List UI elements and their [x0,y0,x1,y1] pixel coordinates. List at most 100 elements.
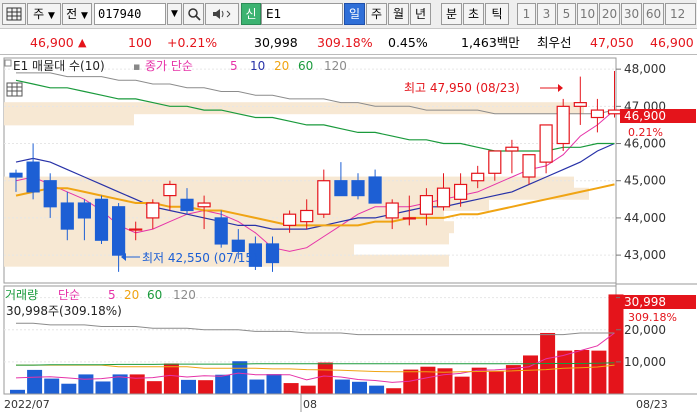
candle-body [231,239,245,252]
candle-body [385,202,399,219]
candle-body [43,180,57,208]
bullet-icon: ▪ [133,60,140,73]
candle-body [402,217,416,220]
period-year-tab[interactable]: 년 [410,3,431,25]
code-input-value: 017940 [98,7,142,21]
volume-bar [61,383,77,394]
volume-bar [505,365,521,394]
grid-button[interactable] [2,3,26,25]
volume-bar [181,379,196,394]
volume-bar [266,374,282,394]
period-day-tab[interactable]: 일 [344,3,365,25]
ma10-legend: 10 [250,59,265,73]
volume-profile-band [4,102,584,115]
x-label-aug: 08 [303,398,317,411]
price-legend-title: E1 매물대 수(10) [13,59,105,73]
minute-30-button[interactable]: 30 [621,3,642,25]
volume-bar [488,371,504,394]
volume-bar [591,350,607,394]
name-input[interactable]: E1 [261,3,343,25]
volume-bar [95,381,111,394]
candle-body [111,206,126,256]
type-dropdown-label: 주 [33,7,45,21]
volume-ratio: 309.18% [317,35,373,50]
period-week-tab[interactable]: 주 [366,3,387,25]
best-bid: 46,900 [650,35,694,50]
volume-bar [44,378,60,394]
best-offer-label: 최우선 [537,35,572,50]
market-tag: 신 [241,3,261,25]
table-icon[interactable] [6,82,23,97]
best-ask: 47,050 [590,35,634,50]
candle-body [419,195,433,215]
search-button[interactable] [183,3,204,25]
candle-body [214,217,228,245]
volume-ma-title: 단순 [58,288,80,302]
sound-button[interactable] [205,3,239,25]
candle-body [590,109,605,119]
candle-body [146,202,160,219]
candle-body [163,183,177,197]
search-icon [187,8,201,21]
chevron-down-icon: ▼ [80,11,88,21]
chevron-down-icon: ▼ [47,11,55,21]
volume-bar [454,376,470,394]
type-dropdown[interactable]: 주 ▼ [27,3,61,25]
stock-chart[interactable]: 43,00044,00045,00046,00047,00048,00010,0… [0,56,697,412]
volume-bar [317,362,333,394]
candle-body [60,202,74,230]
ma60-legend: 60 [298,59,313,73]
volume-axis-label: 20,000 [624,323,666,337]
candle-body [94,198,109,241]
current-pct-tag: 0.21% [628,126,663,139]
code-dropdown[interactable]: ▼ [167,3,182,25]
minute-60-button[interactable]: 60 [643,3,664,25]
interval-minute-tab[interactable]: 분 [441,3,462,25]
candle-body [265,243,280,264]
minute-3-button[interactable]: 3 [537,3,556,25]
volume-bar [334,379,350,394]
price-change-pct: +0.21% [167,35,218,50]
volume-title: 거래량 [5,288,38,302]
current-price-tag-label: 46,900 [624,109,666,123]
candle-body [488,150,502,174]
volume-bar [386,388,402,394]
interval-tick-tab[interactable]: 틱 [485,3,509,25]
candle-body [300,209,314,223]
low-annotation: 최저 42,550 (07/15) [142,251,258,265]
prev-dropdown[interactable]: 전 ▼ [62,3,92,25]
vma120-legend: 120 [173,288,196,302]
legend-marker-icon [4,59,12,67]
period-month-tab[interactable]: 월 [388,3,409,25]
high-annotation: 최고 47,950 (08/23) [404,81,520,95]
candle-body [471,172,485,182]
volume-bar [146,381,162,394]
volume-bar [198,380,214,394]
x-label-start: 2022/07 [4,398,50,411]
current-volume-tag-label: 30,998 [624,295,666,309]
price-axis-label: 43,000 [624,248,666,262]
ma20-legend: 20 [274,59,289,73]
candle-body [180,198,194,212]
price-change: 100 [128,35,152,50]
volume-bar [249,379,265,394]
minute-5-button[interactable]: 5 [557,3,576,25]
minute-20-button[interactable]: 20 [599,3,620,25]
volume-bar [523,355,538,394]
candle-body [539,124,553,163]
volume-pct-tag: 309.18% [628,311,677,324]
price-axis-label: 44,000 [624,211,666,225]
candle-body [351,180,365,197]
candle-body [317,180,331,215]
volume-bar [27,369,43,394]
code-input[interactable]: 017940 [94,3,166,25]
candle-body [77,202,92,219]
interval-second-tab[interactable]: 초 [463,3,484,25]
turnover-rate: 0.45% [388,35,428,50]
volume-profile-band [4,113,134,126]
candle-body [522,154,536,178]
minute-10-button[interactable]: 10 [577,3,598,25]
minute-120-button[interactable]: 12 [665,3,696,25]
volume-bar [420,366,436,394]
minute-1-button[interactable]: 1 [517,3,536,25]
